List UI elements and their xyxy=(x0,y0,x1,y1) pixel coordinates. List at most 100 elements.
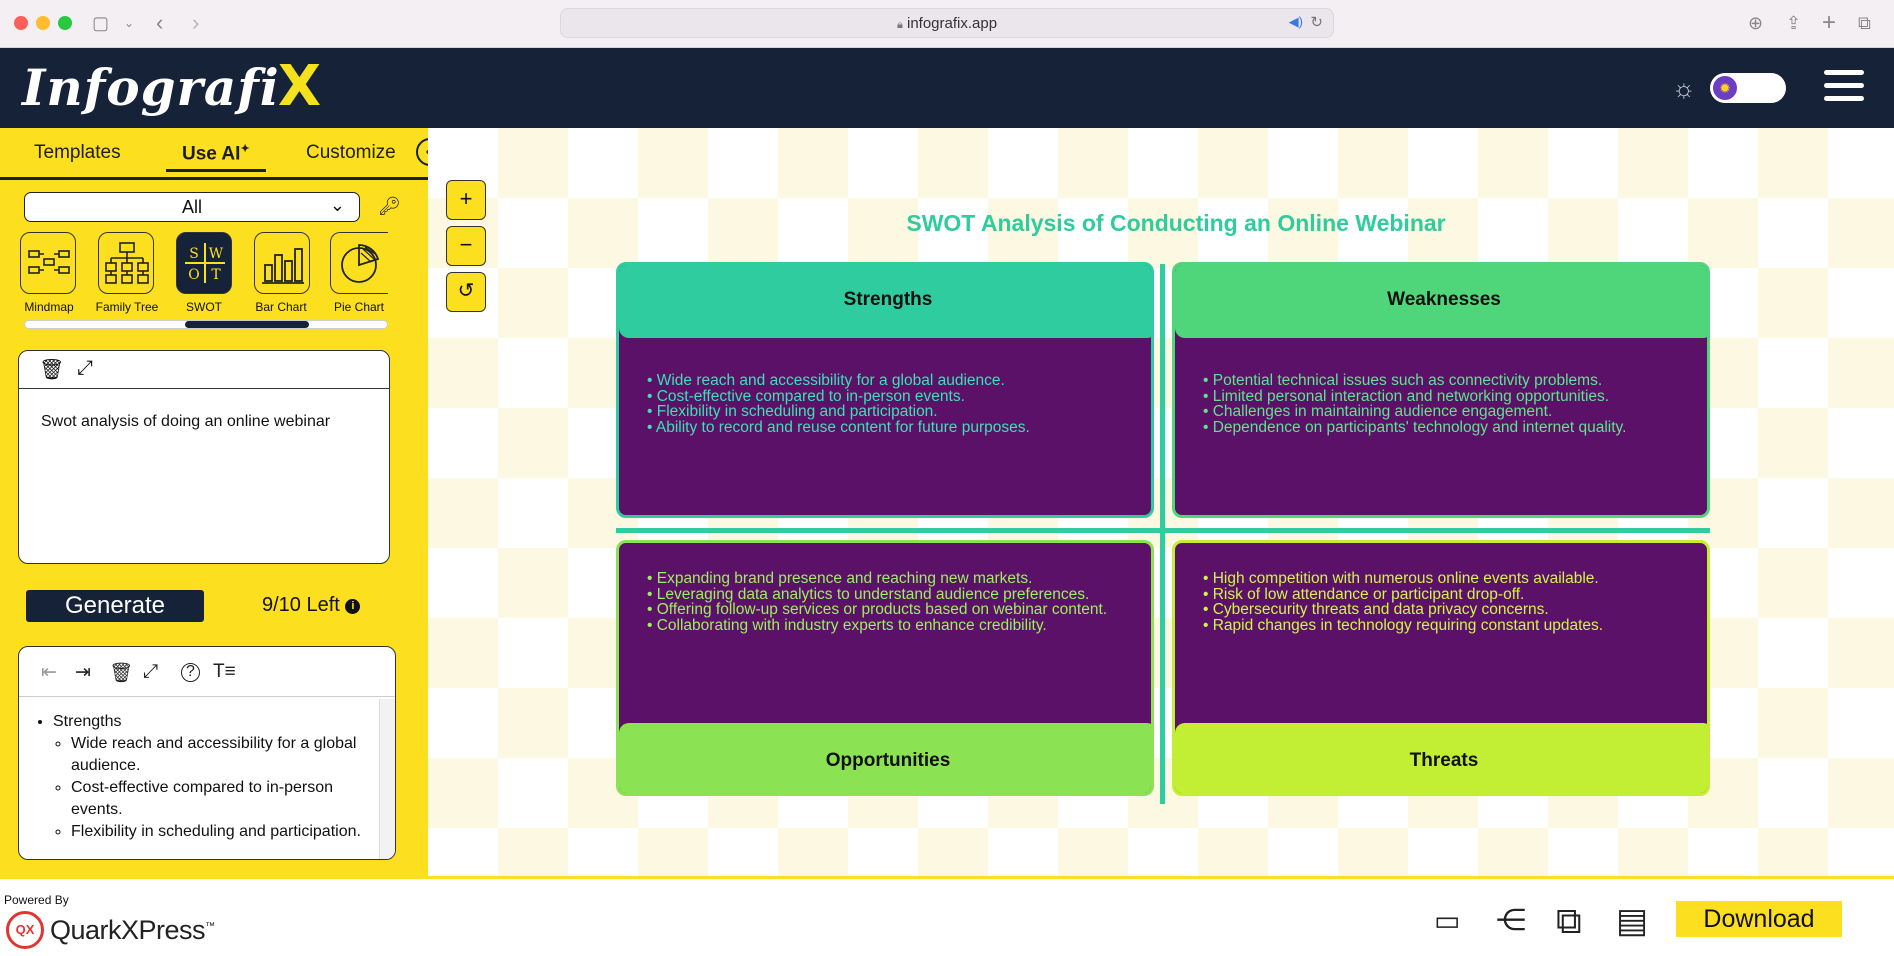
canvas-area[interactable]: + − ↺ SWOT Analysis of Conducting an Onl… xyxy=(428,128,1894,876)
swot-letter-w: W xyxy=(209,246,224,262)
powered-by-label: Powered By xyxy=(4,893,69,907)
trash-icon[interactable]: 🗑︎ xyxy=(39,357,64,382)
weaknesses-quadrant[interactable]: Weaknesses • Potential technical issues … xyxy=(1172,262,1710,518)
sparkle-icon: ✦ xyxy=(240,143,250,155)
list-item: • Flexibility in scheduling and particip… xyxy=(647,403,938,420)
reload-icon[interactable]: ↻ xyxy=(1310,13,1323,31)
address-bar[interactable]: 🔒︎ infografix.app ◀) ↻ xyxy=(560,8,1334,38)
audio-icon[interactable]: ◀) xyxy=(1289,14,1303,30)
opportunities-quadrant[interactable]: • Expanding brand presence and reaching … xyxy=(616,540,1154,796)
template-label: Mindmap xyxy=(24,300,74,314)
list-item[interactable]: Flexibility in scheduling and participat… xyxy=(71,821,375,843)
swot-letter-o: O xyxy=(188,267,199,283)
tab-overview-icon[interactable]: ⧉ xyxy=(1858,12,1871,34)
generate-button[interactable]: Generate xyxy=(26,590,204,622)
strengths-quadrant[interactable]: Strengths • Wide reach and accessibility… xyxy=(616,262,1154,518)
strengths-header[interactable]: Strengths xyxy=(619,265,1151,338)
template-scrollbar[interactable] xyxy=(24,320,388,329)
strengths-list[interactable]: • Wide reach and accessibility for a glo… xyxy=(647,373,1137,435)
forward-icon[interactable]: › xyxy=(192,12,199,34)
template-mindmap[interactable] xyxy=(20,232,76,294)
back-icon[interactable]: ‹ xyxy=(156,12,163,34)
list-item: • Ability to record and reuse content fo… xyxy=(647,418,1030,436)
close-window-button[interactable] xyxy=(14,16,28,30)
browser-toolbar: ▢ ⌄ ‹ › 🔒︎ infografix.app ◀) ↻ ⊕ ⇪ + ⧉ xyxy=(0,0,1894,48)
list-item: • Potential technical issues such as con… xyxy=(1203,372,1603,389)
info-icon[interactable]: i xyxy=(345,599,361,614)
new-tab-icon[interactable]: + xyxy=(1822,11,1836,35)
swot-horizontal-divider xyxy=(616,528,1710,533)
key-icon[interactable]: 🔑︎ xyxy=(378,196,401,217)
template-pie-chart[interactable] xyxy=(330,232,388,294)
pie-chart-icon xyxy=(341,244,380,283)
prompt-input[interactable]: Swot analysis of doing an online webinar xyxy=(41,413,330,431)
app-header: InfografiX ☼ ✹ xyxy=(0,48,1894,128)
generations-remaining: 9/10 Left i xyxy=(262,594,361,617)
outline-scrollbar[interactable] xyxy=(379,699,395,859)
outdent-icon[interactable]: ⇤ xyxy=(41,661,57,684)
help-icon[interactable]: ? xyxy=(181,663,200,682)
list-item[interactable]: Strengths Wide reach and accessibility f… xyxy=(53,711,375,843)
text-format-icon[interactable]: T≡ xyxy=(213,661,236,683)
minimize-window-button[interactable] xyxy=(36,16,50,30)
template-filter-select[interactable]: All ⌄ xyxy=(24,192,360,222)
scrollbar-thumb[interactable] xyxy=(185,321,309,328)
download-button[interactable]: Download xyxy=(1676,901,1842,937)
list-item[interactable]: Wide reach and accessibility for a globa… xyxy=(71,733,375,777)
template-swot[interactable]: S W O T xyxy=(176,232,232,294)
opportunities-header[interactable]: Opportunities xyxy=(619,723,1151,793)
swot-letter-s: S xyxy=(189,246,199,262)
trash-icon[interactable]: 🗑︎ xyxy=(109,661,133,685)
expand-icon[interactable]: ⤢ xyxy=(77,357,93,380)
indent-icon[interactable]: ⇥ xyxy=(75,661,91,684)
sidebar-toggle-icon[interactable]: ▢ xyxy=(92,12,109,34)
save-icon[interactable]: ▤ xyxy=(1616,901,1648,941)
downloads-icon[interactable]: ⊕ xyxy=(1748,12,1763,34)
footer-bar: Powered By QX QuarkXPress™ ▭ ⋲ ⧉ ▤ Downl… xyxy=(0,876,1894,956)
mindmap-icon xyxy=(28,250,70,274)
swot-vertical-divider xyxy=(1160,264,1165,804)
tab-use-ai[interactable]: Use AI✦ xyxy=(166,142,266,173)
quarkxpress-brand: QuarkXPress™ xyxy=(50,915,215,945)
threats-header[interactable]: Threats xyxy=(1175,723,1707,793)
outline-toolbar: ⇤ ⇥ 🗑︎ ⤢ ? T≡ xyxy=(19,647,395,697)
tab-customize[interactable]: Customize xyxy=(306,142,396,164)
share-nodes-icon[interactable]: ⋲ xyxy=(1496,901,1526,941)
threats-list[interactable]: • High competition with numerous online … xyxy=(1203,571,1693,633)
bar-chart-icon xyxy=(262,248,304,284)
quarkxpress-logo-icon: QX xyxy=(6,911,44,949)
chevron-down-icon[interactable]: ⌄ xyxy=(124,12,134,34)
reset-zoom-button[interactable]: ↺ xyxy=(446,272,486,312)
list-item: • Cybersecurity threats and data privacy… xyxy=(1203,601,1549,618)
chevron-down-icon: ⌄ xyxy=(329,195,345,215)
theme-toggle[interactable]: ✹ xyxy=(1710,73,1786,103)
template-family-tree[interactable] xyxy=(98,232,154,294)
hamburger-menu-icon[interactable] xyxy=(1824,70,1864,106)
list-item[interactable]: Cost-effective compared to in-person eve… xyxy=(71,777,375,821)
list-item: • Offering follow-up services or product… xyxy=(647,601,1108,618)
expand-icon[interactable]: ⤢ xyxy=(143,661,158,683)
preview-icon[interactable]: ▭ xyxy=(1434,901,1460,941)
share-icon[interactable]: ⇪ xyxy=(1786,12,1801,34)
swot-letter-t: T xyxy=(211,267,221,283)
list-item: • Cost-effective compared to in-person e… xyxy=(647,387,965,405)
outline-list[interactable]: Strengths Wide reach and accessibility f… xyxy=(35,711,375,843)
maximize-window-button[interactable] xyxy=(58,16,72,30)
list-item: • Wide reach and accessibility for a glo… xyxy=(647,372,1005,389)
family-tree-icon xyxy=(105,242,149,284)
url-text: infografix.app xyxy=(906,15,998,32)
open-external-icon[interactable]: ⧉ xyxy=(1556,901,1582,941)
infografix-logo[interactable]: InfografiX xyxy=(22,54,322,119)
weaknesses-header[interactable]: Weaknesses xyxy=(1175,265,1707,338)
template-bar-chart[interactable] xyxy=(254,232,310,294)
lock-icon: 🔒︎ xyxy=(896,19,903,31)
opportunities-list[interactable]: • Expanding brand presence and reaching … xyxy=(647,571,1137,633)
list-item: • Dependence on participants' technology… xyxy=(1203,418,1627,436)
tab-templates[interactable]: Templates xyxy=(34,142,121,164)
list-item: • Leveraging data analytics to understan… xyxy=(647,585,1090,603)
list-item: • Risk of low attendance or participant … xyxy=(1203,585,1525,603)
threats-quadrant[interactable]: • High competition with numerous online … xyxy=(1172,540,1710,796)
swot-title[interactable]: SWOT Analysis of Conducting an Online We… xyxy=(428,210,1894,237)
sun-icon: ✹ xyxy=(1713,76,1737,100)
weaknesses-list[interactable]: • Potential technical issues such as con… xyxy=(1203,373,1693,435)
